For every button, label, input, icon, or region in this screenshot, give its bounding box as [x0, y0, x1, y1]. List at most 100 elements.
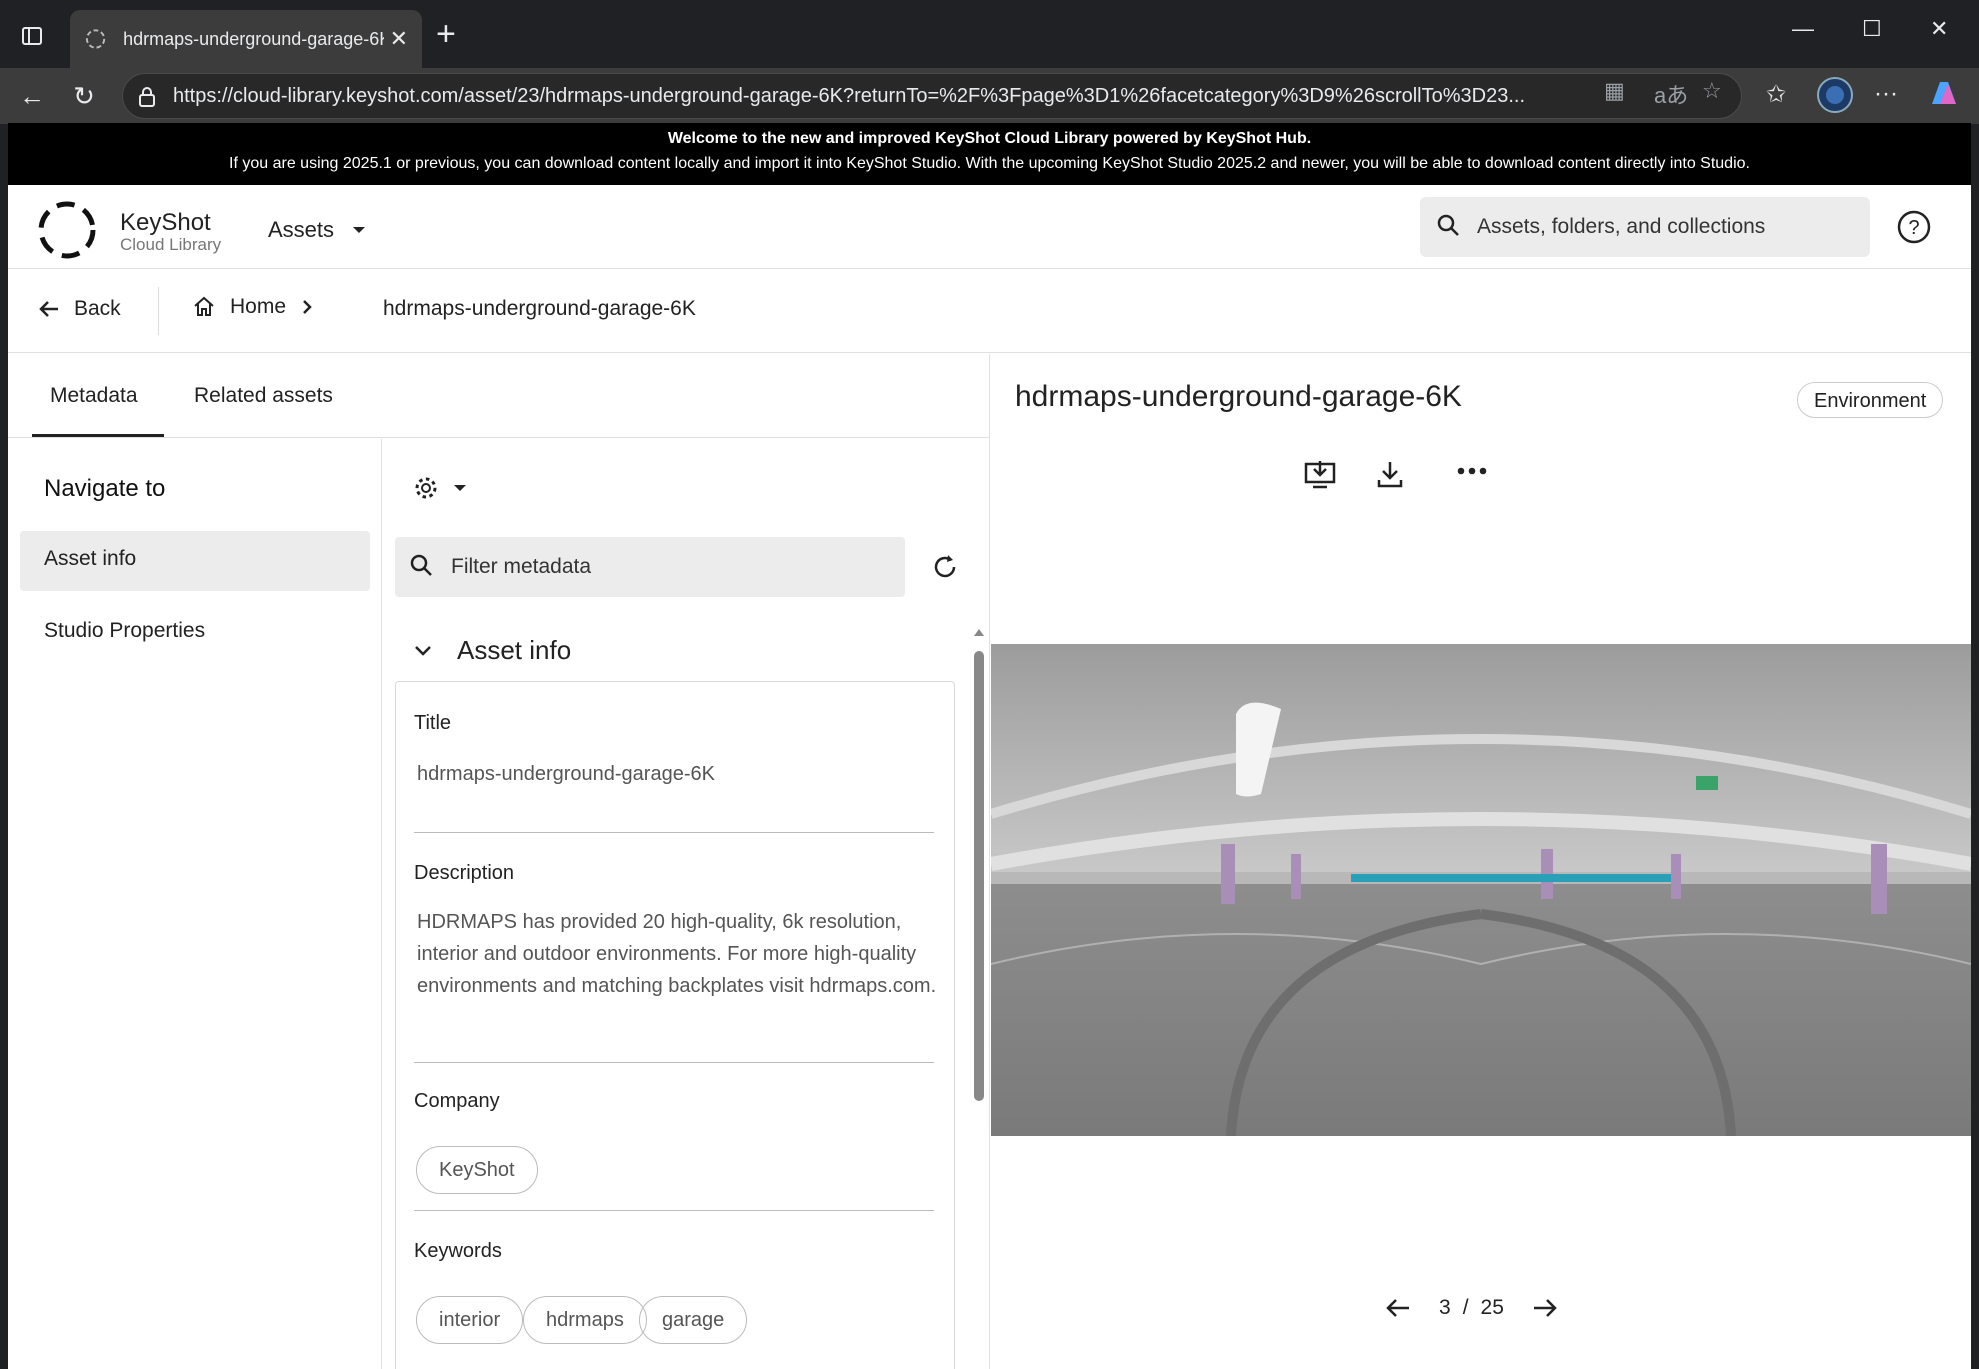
title-value: hdrmaps-underground-garage-6K [417, 763, 715, 785]
translate-icon[interactable]: aあ [1654, 78, 1688, 110]
divider [414, 832, 934, 833]
download-icon[interactable] [1375, 458, 1405, 492]
download-to-studio-icon[interactable] [1303, 458, 1337, 492]
settings-dropdown[interactable] [413, 475, 467, 501]
filter-placeholder: Filter metadata [451, 555, 592, 578]
breadcrumb: Back Home hdrmaps-underground-garage-6K [8, 269, 1971, 353]
home-icon [194, 296, 214, 316]
filter-metadata-input[interactable]: Filter metadata [395, 537, 905, 597]
description-value: HDRMAPS has provided 20 high-quality, 6k… [417, 911, 937, 997]
more-options-icon[interactable] [1457, 466, 1487, 476]
browser-window: hdrmaps-underground-garage-6K ✕ + — ☐ ✕ … [0, 0, 1979, 1369]
search-placeholder: Assets, folders, and collections [1477, 215, 1766, 238]
search-icon [1437, 214, 1459, 236]
company-chip[interactable]: KeyShot [416, 1146, 538, 1194]
scrollbar-thumb[interactable] [974, 651, 984, 1101]
keyword-chip[interactable]: interior [416, 1296, 524, 1344]
copilot-icon[interactable] [1926, 76, 1962, 119]
assets-label: Assets [268, 217, 335, 242]
caret-down-icon [454, 485, 466, 491]
scrollbar[interactable] [973, 625, 985, 1365]
reload-icon[interactable]: ↻ [66, 78, 102, 114]
divider [414, 1210, 934, 1211]
minimize-icon[interactable]: — [1792, 16, 1814, 42]
profile-avatar-icon[interactable] [1816, 76, 1854, 121]
nav-item-asset-info[interactable]: Asset info [20, 531, 370, 591]
back-arrow-icon[interactable]: ← [14, 78, 50, 114]
tab-related-assets[interactable]: Related assets [194, 384, 333, 408]
maximize-icon[interactable]: ☐ [1862, 16, 1882, 42]
tab-title: hdrmaps-underground-garage-6K [123, 28, 384, 49]
global-search-input[interactable]: Assets, folders, and collections [1420, 197, 1870, 257]
metadata-panel: Metadata Related assets Navigate to Asse… [8, 354, 990, 1369]
search-icon [410, 554, 432, 576]
nav-item-studio-properties[interactable]: Studio Properties [20, 603, 370, 663]
asset-info-section-toggle[interactable]: Asset info [413, 635, 571, 666]
new-tab-icon[interactable]: + [436, 16, 456, 52]
keyword-chip[interactable]: garage [639, 1296, 748, 1344]
lock-icon[interactable] [137, 86, 157, 108]
breadcrumb-current: hdrmaps-underground-garage-6K [383, 297, 696, 320]
tab-strip: hdrmaps-underground-garage-6K ✕ + — ☐ ✕ [0, 0, 1979, 68]
keyshot-logo-icon[interactable] [36, 199, 98, 261]
home-link[interactable]: Home [192, 295, 314, 319]
description-label: Description [414, 862, 515, 884]
site-header: KeyShot Cloud Library Assets Assets, fol… [8, 185, 1971, 269]
favorite-star-icon[interactable]: ☆ [1702, 78, 1722, 104]
back-label: Back [74, 297, 121, 320]
section-title: Asset info [457, 635, 572, 665]
browser-tab[interactable]: hdrmaps-underground-garage-6K ✕ [70, 10, 422, 68]
page-separator: / [1462, 1296, 1469, 1319]
hdri-preview-image[interactable] [991, 644, 1971, 1136]
asset-preview-panel: hdrmaps-underground-garage-6K Environmen… [991, 354, 1971, 1369]
web-page: Welcome to the new and improved KeyShot … [8, 123, 1971, 1369]
refresh-icon[interactable] [931, 553, 959, 581]
help-icon[interactable]: ? [1896, 209, 1932, 245]
chevron-down-icon [415, 645, 431, 656]
announcement-banner: Welcome to the new and improved KeyShot … [8, 123, 1971, 185]
keywords-label: Keywords [414, 1240, 502, 1262]
title-label: Title [414, 712, 452, 734]
more-menu-icon[interactable]: ··· [1874, 80, 1898, 108]
keyshot-favicon-icon [85, 29, 106, 49]
previous-arrow-icon[interactable] [1385, 1297, 1411, 1319]
chevron-right-icon [303, 300, 312, 314]
arrow-left-icon [39, 301, 58, 317]
tab-metadata[interactable]: Metadata [50, 384, 138, 408]
favorites-icon[interactable]: ✩ [1766, 80, 1786, 109]
asset-title: hdrmaps-underground-garage-6K [1015, 380, 1462, 413]
divider [414, 1062, 934, 1063]
page-total: 25 [1480, 1296, 1504, 1319]
back-button[interactable]: Back [38, 297, 121, 321]
metadata-content: Filter metadata Asset info Title hdrmaps… [383, 439, 989, 1369]
pagination: 3 / 25 [1385, 1296, 1558, 1320]
panel-tabs: Metadata Related assets [8, 354, 990, 438]
brand-subtitle: Cloud Library [120, 235, 222, 254]
navigate-heading: Navigate to [44, 475, 166, 502]
caret-down-icon [353, 227, 366, 233]
scroll-up-icon[interactable] [973, 626, 985, 638]
banner-title: Welcome to the new and improved KeyShot … [667, 130, 1312, 147]
banner-text: If you are using 2025.1 or previous, you… [229, 155, 1750, 172]
active-tab-indicator [32, 434, 164, 437]
page-indicator: 3 / 25 [1439, 1296, 1504, 1320]
tab-close-icon[interactable]: ✕ [390, 26, 408, 52]
keyword-chip[interactable]: hdrmaps [523, 1296, 647, 1344]
page-current: 3 [1439, 1296, 1451, 1319]
assets-dropdown[interactable]: Assets [268, 217, 366, 243]
tab-actions-icon[interactable] [14, 18, 50, 54]
gear-icon [415, 477, 437, 499]
asset-info-card: Title hdrmaps-underground-garage-6K Desc… [395, 681, 955, 1369]
next-arrow-icon[interactable] [1532, 1297, 1558, 1319]
window-close-icon[interactable]: ✕ [1930, 16, 1948, 42]
svg-text:?: ? [1908, 217, 1919, 239]
browser-toolbar: ← ↻ https://cloud-library.keyshot.com/as… [0, 68, 1979, 124]
navigate-to-sidebar: Navigate to Asset info Studio Properties [8, 439, 382, 1369]
company-label: Company [414, 1090, 500, 1112]
url-text[interactable]: https://cloud-library.keyshot.com/asset/… [173, 85, 1713, 108]
app-available-icon[interactable]: ▦ [1604, 78, 1625, 104]
divider [158, 287, 159, 335]
brand-name: KeyShot [120, 209, 211, 236]
address-bar[interactable]: https://cloud-library.keyshot.com/asset/… [122, 73, 1742, 119]
home-label: Home [230, 295, 287, 318]
